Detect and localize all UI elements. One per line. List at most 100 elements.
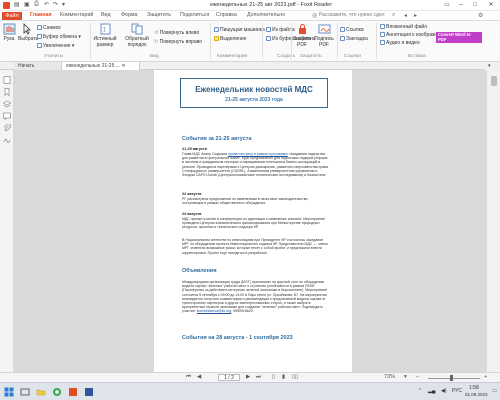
media-icon (380, 40, 385, 45)
file-icon (266, 27, 271, 32)
page-thumbnails-icon[interactable] (3, 76, 11, 84)
audio-video-label: Аудио и видео (386, 40, 420, 46)
reverse-view-label: Обратный порядок (125, 36, 149, 48)
bookmark-button[interactable]: Закладка (340, 36, 368, 42)
attachments-icon[interactable] (3, 124, 11, 132)
single-page-view-icon[interactable]: ▯ (272, 374, 275, 380)
p1-text-rest: «Академия лидерства для развития в Центр… (182, 152, 329, 178)
print-icon[interactable]: ⎙ (34, 1, 39, 8)
navigation-panel (0, 70, 14, 372)
clipboard-label: Буфер обмена (43, 34, 77, 40)
highlight-button[interactable]: Выделение (214, 36, 247, 42)
convert-word-to-pdf-promo[interactable]: Convert Word to PDF (436, 32, 482, 43)
tab-document-label: еженедельных 21-25 ... (66, 63, 120, 69)
rotate-right-button[interactable]: ↻ Повернуть вправо (154, 39, 202, 45)
reverse-view-button[interactable]: Обратный порядок (122, 23, 152, 48)
signatures-icon[interactable] (3, 136, 11, 144)
keyboard-language[interactable]: РУС (452, 388, 462, 394)
ribbon-options-icon[interactable]: ⚙ (478, 12, 483, 19)
zoom-level[interactable]: 73% (384, 374, 395, 380)
redo-icon[interactable]: ↷ (53, 1, 58, 8)
minimize-button[interactable]: ─ (454, 0, 468, 11)
last-page-icon[interactable]: ⏭ (256, 374, 261, 381)
ribbon-separator (337, 23, 338, 59)
document-tabs: Начать еженедельных 21-25 ... ✕ ▾ (0, 62, 500, 70)
open-icon[interactable]: ▤ (14, 1, 20, 8)
tab-home[interactable]: Главная (30, 12, 52, 18)
sign-pdf-button[interactable]: Подпись PDF (313, 23, 335, 48)
close-button[interactable]: ✕ (484, 0, 498, 11)
tab-help[interactable]: Справка (216, 12, 237, 18)
volume-icon[interactable]: ◀) (441, 388, 447, 394)
tab-comment[interactable]: Комментарий (60, 12, 93, 18)
typewriter-button[interactable]: Пишущая машинка (214, 27, 265, 33)
tab-form[interactable]: Форма (121, 12, 138, 18)
search-icon[interactable]: ⌕ (392, 12, 395, 19)
group-comments-label: Комментарии (217, 54, 248, 59)
typewriter-icon (214, 27, 219, 32)
next-page-icon[interactable]: ▶ (246, 374, 250, 380)
snapshot-button[interactable]: Снимок (37, 25, 61, 31)
zoom-out-icon[interactable]: − (416, 374, 419, 380)
bookmarks-icon[interactable] (3, 88, 11, 96)
tray-arrow-icon[interactable]: ⌃ (418, 388, 422, 394)
protect-pdf-button[interactable]: Защита PDF (292, 23, 312, 48)
hand-tool-button[interactable]: Рука (2, 23, 16, 42)
layers-icon[interactable] (3, 100, 11, 108)
zoom-button[interactable]: Увеличение ▾ (37, 43, 74, 49)
explorer-icon[interactable] (36, 387, 46, 397)
clock-date[interactable]: 01.09.2023 (465, 392, 488, 397)
clock-time[interactable]: 1:58 (469, 385, 479, 391)
rotate-left-button[interactable]: ↺ Повернуть влево (154, 30, 199, 36)
select-tool-button[interactable]: Выбрать (18, 23, 38, 42)
menu-bar: Файл Главная Комментарий Вид Форма Защит… (0, 11, 500, 21)
rotate-left-label: Повернуть влево (159, 30, 200, 36)
scrollbar-thumb[interactable] (491, 76, 497, 86)
previous-page-icon[interactable]: ◀ (197, 374, 201, 380)
audio-video-button[interactable]: Аудио и видео (380, 40, 420, 46)
prev-result-icon[interactable]: ◂ (404, 12, 407, 19)
maximize-button[interactable]: □ (468, 0, 482, 11)
foxit-taskbar-icon[interactable] (68, 387, 78, 397)
tab-protect[interactable]: Защитить (147, 12, 171, 18)
zoom-dropdown-icon[interactable]: ▾ (404, 374, 407, 380)
clipboard-button[interactable]: Буфер обмена ▾ (37, 34, 81, 40)
link-button[interactable]: Ссылка (340, 27, 364, 33)
tab-share[interactable]: Поделиться (180, 12, 209, 18)
next-result-icon[interactable]: ▸ (414, 12, 417, 19)
file-menu[interactable]: Файл (2, 12, 22, 20)
tab-view[interactable]: Вид (101, 12, 111, 18)
windows-start-icon[interactable] (4, 387, 14, 397)
restore-ribbon-icon[interactable]: ▭ (440, 0, 454, 11)
svg-text:1: 1 (102, 27, 106, 34)
two-page-view-icon[interactable]: ▯▯ (292, 374, 298, 380)
network-icon[interactable]: ▂▄ (428, 388, 435, 394)
page-number-input[interactable]: 1 / 2 (218, 374, 240, 381)
close-tab-icon[interactable]: ✕ (121, 63, 125, 69)
document-view[interactable]: Еженедельник новостей МДС 21-25 августа … (14, 70, 486, 372)
comments-panel-icon[interactable] (3, 112, 11, 120)
first-page-icon[interactable]: ⏮ (186, 374, 191, 381)
undo-icon[interactable]: ↶ (44, 1, 49, 8)
zoom-slider-track[interactable] (428, 378, 480, 379)
notifications-icon[interactable]: ▭ (492, 388, 497, 394)
tab-advanced[interactable]: Дополнительно (247, 12, 285, 18)
email-link[interactable]: kochkinbaeva@ilo.org (197, 309, 232, 313)
zoom-in-icon[interactable]: + (484, 374, 487, 380)
task-view-icon[interactable] (20, 387, 30, 397)
actual-size-button[interactable]: 1 Истинный размер (92, 23, 118, 48)
tell-me-search[interactable]: Расскажите, что нужно сдел (319, 12, 385, 20)
browser-icon[interactable] (52, 387, 62, 397)
customize-toolbar-icon[interactable]: ▾ (62, 1, 65, 8)
zoom-slider-thumb[interactable] (450, 375, 453, 381)
tab-current-document[interactable]: еженедельных 21-25 ... ✕ (62, 62, 140, 70)
ribbon-separator (376, 23, 377, 59)
tab-start[interactable]: Начать (14, 62, 62, 70)
vertical-scrollbar[interactable] (486, 70, 500, 372)
save-icon[interactable]: ▣ (24, 1, 30, 8)
continuous-view-icon[interactable]: ▮ (282, 374, 285, 380)
word-taskbar-icon[interactable] (84, 387, 94, 397)
file-attachment-button[interactable]: Вложенный файл (380, 24, 427, 30)
newsletter-title: Еженедельник новостей МДС (195, 85, 313, 94)
tab-list-icon[interactable]: ▾ (484, 62, 500, 70)
